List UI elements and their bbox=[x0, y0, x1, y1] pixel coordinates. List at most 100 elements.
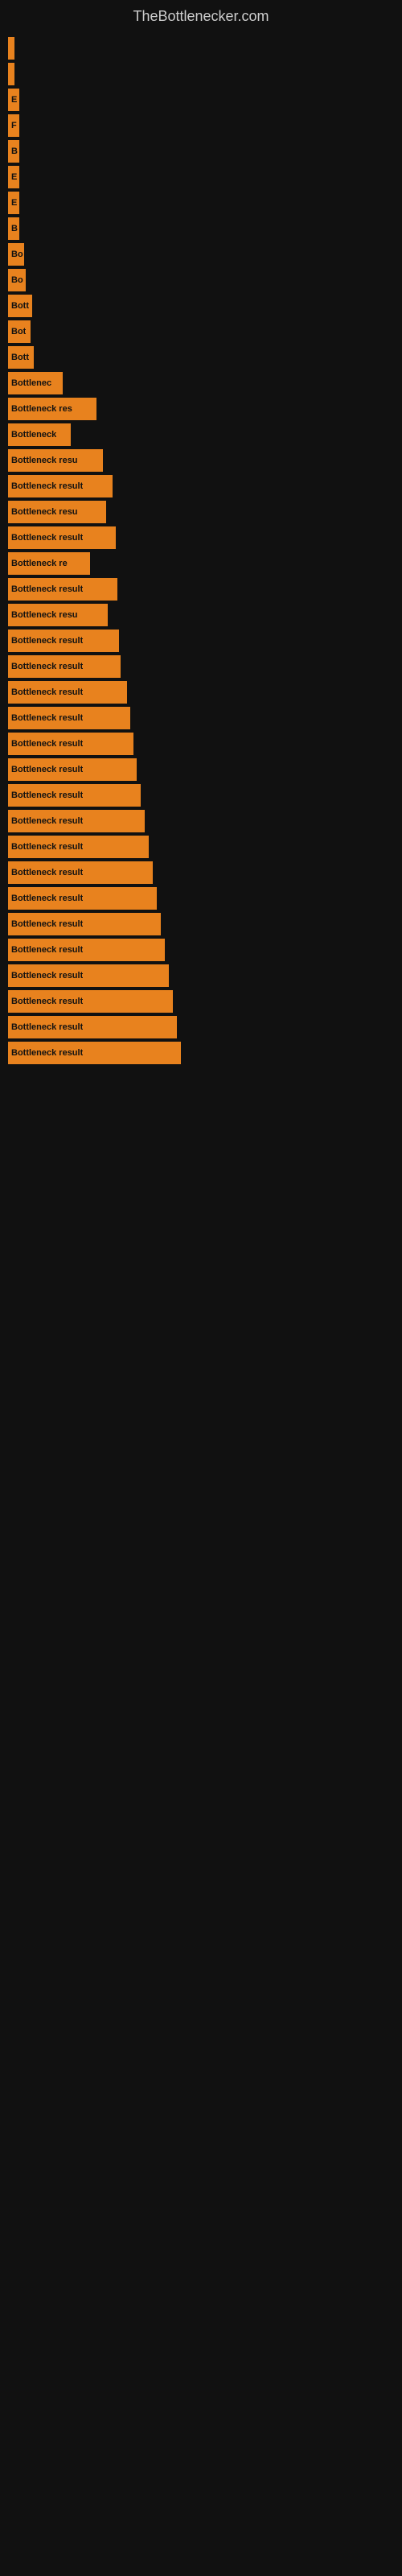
bar-row: Bottleneck bbox=[8, 423, 402, 446]
bar-label: Bottleneck result bbox=[11, 636, 83, 646]
bar-label: Bottleneck result bbox=[11, 713, 83, 723]
bar-row: Bottleneck result bbox=[8, 707, 402, 729]
bar-row: Bottleneck result bbox=[8, 990, 402, 1013]
bar-label: Bottleneck re bbox=[11, 559, 68, 568]
bar-row: Bottleneck result bbox=[8, 655, 402, 678]
bar bbox=[8, 37, 14, 60]
bar-label: Bottleneck result bbox=[11, 842, 83, 852]
bar-label: Bottleneck result bbox=[11, 816, 83, 826]
bar-row: Bottleneck resu bbox=[8, 449, 402, 472]
bar-label: Bottleneck resu bbox=[11, 456, 78, 465]
bar-label: Bot bbox=[11, 327, 26, 336]
bar-label: B bbox=[11, 224, 18, 233]
bar-label: Bottleneck result bbox=[11, 765, 83, 774]
bar-row: Bottleneck result bbox=[8, 939, 402, 961]
bar-row: Bottleneck result bbox=[8, 758, 402, 781]
bar: Bottleneck result bbox=[8, 964, 169, 987]
bar-label: Bottleneck result bbox=[11, 662, 83, 671]
bar: Bo bbox=[8, 269, 26, 291]
bar: E bbox=[8, 166, 19, 188]
bar: Bott bbox=[8, 295, 32, 317]
bar-row: Bottleneck result bbox=[8, 475, 402, 497]
bar: E bbox=[8, 89, 19, 111]
bar: Bottleneck result bbox=[8, 913, 161, 935]
bar-row: B bbox=[8, 140, 402, 163]
bar: Bottleneck resu bbox=[8, 501, 106, 523]
bar-label: E bbox=[11, 172, 17, 182]
bar-row: Bottleneck result bbox=[8, 861, 402, 884]
bar-label: Bottleneck result bbox=[11, 739, 83, 749]
bar-label: B bbox=[11, 147, 18, 156]
bar: Bottleneck result bbox=[8, 526, 116, 549]
bar-row: Bottleneck result bbox=[8, 1016, 402, 1038]
bar-row: Bottleneck result bbox=[8, 526, 402, 549]
bar: Bot bbox=[8, 320, 31, 343]
bar-label: Bott bbox=[11, 301, 29, 311]
bar: Bottleneck result bbox=[8, 810, 145, 832]
bar-label: E bbox=[11, 95, 17, 105]
bar: Bottleneck result bbox=[8, 681, 127, 704]
bar-label: Bo bbox=[11, 275, 23, 285]
bar-row: Bottlenec bbox=[8, 372, 402, 394]
bar: B bbox=[8, 217, 19, 240]
bar-row: Bottleneck resu bbox=[8, 501, 402, 523]
bar: B bbox=[8, 140, 19, 163]
bar-row: Bot bbox=[8, 320, 402, 343]
bar-label: Bottleneck result bbox=[11, 997, 83, 1006]
bar-label: Bottleneck result bbox=[11, 481, 83, 491]
bars-container: EFBEEBBoBoBottBotBottBottlenecBottleneck… bbox=[0, 29, 402, 1075]
bar-row: Bottleneck result bbox=[8, 733, 402, 755]
bar: E bbox=[8, 192, 19, 214]
bar: F bbox=[8, 114, 19, 137]
bar: Bottleneck result bbox=[8, 1042, 181, 1064]
bar-row: Bo bbox=[8, 243, 402, 266]
bar-row: Bottleneck result bbox=[8, 810, 402, 832]
bar-label: Bottleneck result bbox=[11, 894, 83, 903]
bar: Bottleneck result bbox=[8, 630, 119, 652]
bar-row: Bo bbox=[8, 269, 402, 291]
bar: Bottleneck result bbox=[8, 784, 141, 807]
bar: Bottleneck result bbox=[8, 758, 137, 781]
bar-row: Bottleneck resu bbox=[8, 604, 402, 626]
bar-label: Bott bbox=[11, 353, 29, 362]
bar: Bottleneck result bbox=[8, 990, 173, 1013]
bar-row: Bottleneck result bbox=[8, 887, 402, 910]
bar-row: Bottleneck result bbox=[8, 578, 402, 601]
bar-label: F bbox=[11, 121, 17, 130]
bar-row: F bbox=[8, 114, 402, 137]
bar-row: Bottleneck result bbox=[8, 964, 402, 987]
bar-label: Bottleneck res bbox=[11, 404, 72, 414]
bar-row: B bbox=[8, 217, 402, 240]
bar-row: Bottleneck result bbox=[8, 784, 402, 807]
bar: Bottleneck result bbox=[8, 861, 153, 884]
bar: Bottleneck result bbox=[8, 655, 121, 678]
bar: Bottleneck result bbox=[8, 1016, 177, 1038]
bar-label: Bo bbox=[11, 250, 23, 259]
bar-label: Bottleneck resu bbox=[11, 610, 78, 620]
bar: Bottlenec bbox=[8, 372, 63, 394]
bar: Bottleneck resu bbox=[8, 449, 103, 472]
bar-label: Bottleneck result bbox=[11, 533, 83, 543]
bar-row bbox=[8, 63, 402, 85]
bar: Bottleneck result bbox=[8, 939, 165, 961]
bar-row: E bbox=[8, 192, 402, 214]
bar: Bottleneck resu bbox=[8, 604, 108, 626]
bar: Bottleneck result bbox=[8, 475, 113, 497]
bar-row: Bottleneck result bbox=[8, 681, 402, 704]
bar-row: Bottleneck re bbox=[8, 552, 402, 575]
site-title-container: TheBottlenecker.com bbox=[0, 0, 402, 29]
bar: Bo bbox=[8, 243, 24, 266]
bar-row: Bottleneck result bbox=[8, 836, 402, 858]
bar-row: Bottleneck res bbox=[8, 398, 402, 420]
bar-row: Bott bbox=[8, 346, 402, 369]
bar: Bottleneck result bbox=[8, 707, 130, 729]
bar: Bottleneck re bbox=[8, 552, 90, 575]
bar: Bott bbox=[8, 346, 34, 369]
bar-label: Bottleneck result bbox=[11, 791, 83, 800]
bar-row: E bbox=[8, 89, 402, 111]
bar: Bottleneck result bbox=[8, 733, 133, 755]
bar-row: Bott bbox=[8, 295, 402, 317]
bar-label: Bottleneck result bbox=[11, 868, 83, 877]
site-title: TheBottlenecker.com bbox=[0, 0, 402, 29]
bar bbox=[8, 63, 14, 85]
